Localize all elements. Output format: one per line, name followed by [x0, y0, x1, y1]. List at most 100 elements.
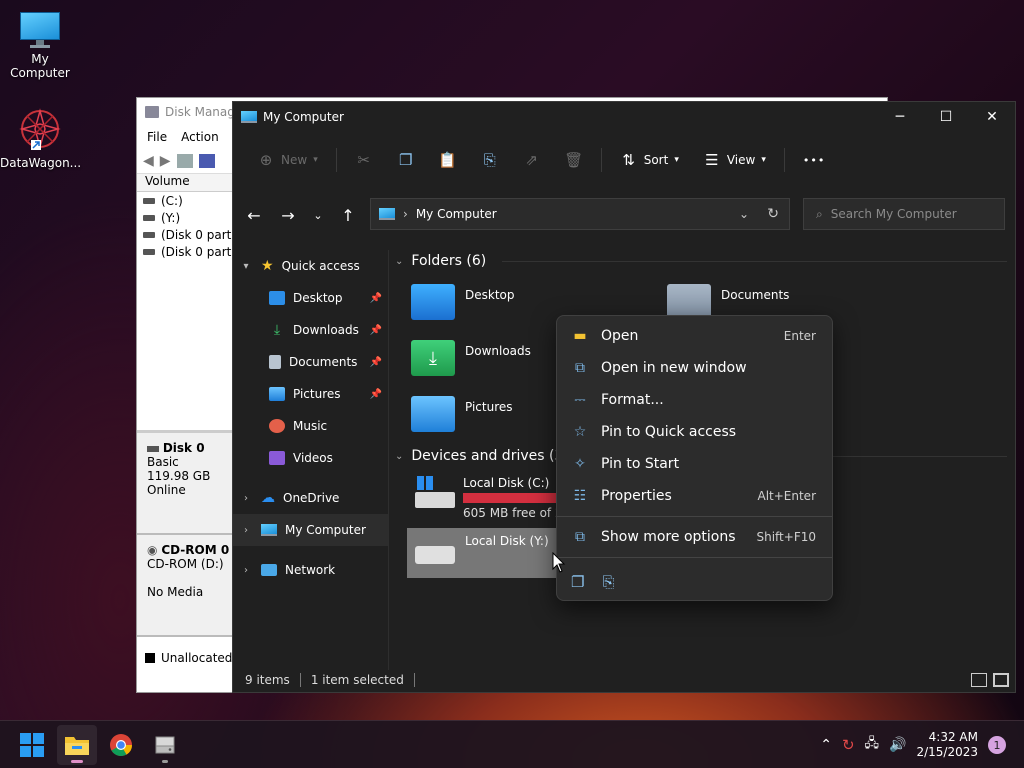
pictures-folder-icon	[411, 396, 455, 432]
divider	[557, 557, 832, 558]
search-input[interactable]: ⌕ Search My Computer	[803, 198, 1005, 230]
network-icon[interactable]: 🖧	[865, 734, 880, 756]
cloud-icon: ☁	[261, 490, 275, 506]
context-menu-open-new-window[interactable]: ⧉ Open in new window	[557, 352, 832, 384]
taskbar-file-explorer[interactable]	[57, 725, 97, 765]
context-menu-pin-quick-access[interactable]: ☆ Pin to Quick access	[557, 416, 832, 448]
chevron-right-icon[interactable]: ›	[239, 493, 253, 504]
back-button[interactable]: ←	[237, 200, 271, 230]
context-menu: ▬ Open Enter ⧉ Open in new window ⎓ Form…	[556, 315, 833, 601]
address-bar[interactable]: › My Computer ⌄ ↻	[370, 198, 790, 230]
rename-icon[interactable]: ⎘	[602, 573, 614, 591]
folder-pictures[interactable]: Pictures	[411, 396, 513, 432]
sidebar-item-onedrive[interactable]: › ☁ OneDrive	[233, 482, 388, 514]
sidebar-item-music[interactable]: Music	[233, 410, 388, 442]
rename-button[interactable]: ⎘	[471, 144, 509, 176]
sidebar-item-pictures[interactable]: Pictures 📌	[233, 378, 388, 410]
close-button[interactable]: ✕	[969, 102, 1015, 132]
drive-usage-bar	[463, 493, 559, 503]
context-menu-open[interactable]: ▬ Open Enter	[557, 320, 832, 352]
sidebar-item-label: My Computer	[285, 523, 366, 537]
sidebar-item-downloads[interactable]: ⤓ Downloads 📌	[233, 314, 388, 346]
context-menu-pin-start[interactable]: ✧ Pin to Start	[557, 448, 832, 480]
notification-badge[interactable]: 1	[988, 736, 1006, 754]
recent-locations-button[interactable]: ⌄	[305, 200, 331, 230]
more-icon: •••	[802, 153, 826, 167]
copy-icon[interactable]: ❐	[571, 573, 584, 591]
sync-icon[interactable]: ↻	[842, 736, 855, 754]
chevron-down-icon[interactable]: ▾	[239, 261, 253, 272]
context-menu-show-more-options[interactable]: ⧉ Show more options Shift+F10	[557, 521, 832, 553]
chevron-down-icon: ▾	[313, 155, 318, 165]
folder-label: Desktop	[465, 288, 515, 302]
back-icon[interactable]: ◀	[143, 153, 154, 169]
volume-name: (Y:)	[161, 210, 181, 225]
monitor-icon	[18, 10, 62, 48]
window-titlebar[interactable]: My Computer ─ ☐ ✕	[233, 102, 1015, 132]
chevron-down-icon[interactable]: ⌄	[739, 207, 749, 221]
view-button[interactable]: ☰ View ▾	[693, 144, 776, 176]
view-icon: ☰	[705, 151, 719, 169]
folders-group-header[interactable]: ⌄ Folders (6)	[395, 250, 1007, 272]
chevron-up-icon[interactable]: ⌃	[820, 737, 832, 753]
start-button[interactable]	[12, 725, 52, 765]
context-menu-properties[interactable]: ☷ Properties Alt+Enter	[557, 480, 832, 512]
sort-icon: ⇅	[622, 151, 635, 169]
grid-icon[interactable]	[176, 153, 193, 168]
pin-icon: 📌	[369, 324, 382, 336]
refresh-icon[interactable]: ↻	[767, 206, 779, 222]
volume-icon[interactable]: 🔊	[889, 737, 906, 753]
properties-icon[interactable]	[198, 153, 215, 168]
context-menu-format[interactable]: ⎓ Format...	[557, 384, 832, 416]
folder-label: Downloads	[465, 344, 531, 358]
sidebar-item-desktop[interactable]: Desktop 📌	[233, 282, 388, 314]
chevron-right-icon[interactable]: ›	[239, 525, 253, 536]
details-view-icon[interactable]	[971, 673, 987, 687]
disk-management-icon	[155, 736, 175, 754]
copy-button[interactable]: ❐	[387, 144, 425, 176]
chevron-right-icon[interactable]: ›	[239, 565, 253, 576]
sidebar-item-quick-access[interactable]: ▾ ★ Quick access	[233, 250, 388, 282]
view-label: View	[726, 153, 756, 167]
up-button[interactable]: ↑	[331, 200, 365, 230]
sidebar-item-network[interactable]: › Network	[233, 554, 388, 586]
new-button[interactable]: ⊕ New ▾	[247, 144, 328, 176]
desktop-icon-datawagon[interactable]: DataWagon...	[0, 106, 81, 170]
star-icon: ☆	[573, 424, 587, 440]
paste-button[interactable]: 📋	[429, 144, 467, 176]
desktop-icon-my-computer[interactable]: My Computer	[0, 10, 80, 80]
folder-downloads[interactable]: ⤓ Downloads	[411, 340, 531, 376]
clock[interactable]: 4:32 AM 2/15/2023	[916, 730, 978, 760]
copy-icon: ❐	[398, 151, 413, 169]
cut-button[interactable]: ✂	[345, 144, 383, 176]
navigation-pane: ▾ ★ Quick access Desktop 📌 ⤓ Downloads 📌…	[233, 250, 389, 670]
shortcut-label: Alt+Enter	[757, 489, 816, 503]
breadcrumb[interactable]: My Computer	[416, 207, 497, 221]
downloads-folder-icon: ⤓	[411, 340, 455, 376]
menu-action[interactable]: Action	[181, 130, 219, 144]
delete-button[interactable]: 🗑	[555, 144, 593, 176]
documents-icon	[269, 355, 281, 369]
volume-name: (C:)	[161, 193, 183, 208]
sort-button[interactable]: ⇅ Sort ▾	[610, 144, 689, 176]
drive-icon	[413, 534, 457, 568]
folder-desktop[interactable]: Desktop	[411, 284, 515, 320]
forward-button[interactable]: →	[271, 200, 305, 230]
sidebar-item-documents[interactable]: Documents 📌	[233, 346, 388, 378]
more-button[interactable]: •••	[793, 144, 835, 176]
taskbar-chrome[interactable]	[101, 725, 141, 765]
forward-icon[interactable]: ▶	[160, 153, 171, 169]
chrome-icon	[110, 734, 132, 756]
sidebar-item-my-computer[interactable]: › My Computer	[233, 514, 388, 546]
datawagon-logo	[17, 106, 63, 152]
sort-label: Sort	[643, 153, 669, 167]
drive-c[interactable]: Local Disk (C:) 605 MB free of 26.	[405, 470, 580, 526]
share-button[interactable]: ⇗	[513, 144, 551, 176]
context-menu-quick-actions: ❐ ⎘	[557, 562, 832, 602]
menu-file[interactable]: File	[147, 130, 167, 144]
tiles-view-icon[interactable]	[993, 673, 1009, 687]
minimize-button[interactable]: ─	[877, 102, 923, 132]
maximize-button[interactable]: ☐	[923, 102, 969, 132]
taskbar-disk-management[interactable]	[145, 725, 185, 765]
sidebar-item-videos[interactable]: Videos	[233, 442, 388, 474]
